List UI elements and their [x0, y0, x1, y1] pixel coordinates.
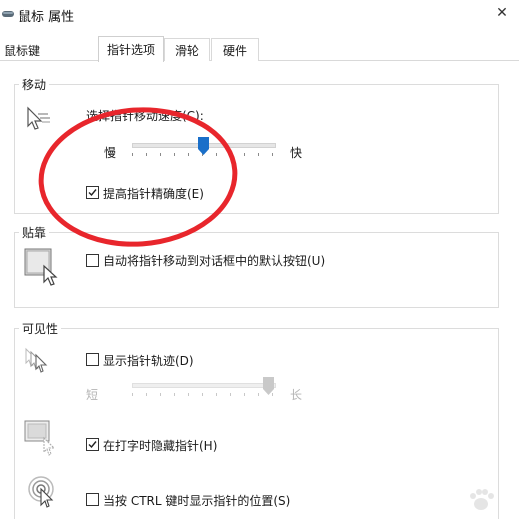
tab-buttons[interactable]: 鼠标键 [0, 40, 54, 60]
slider-tick [174, 153, 175, 156]
hide-pointer-icon [24, 420, 62, 459]
pointer-trails-icon [24, 347, 54, 380]
slider-tick [146, 393, 147, 396]
tab-label: 鼠标键 [4, 43, 41, 58]
tab-label: 滑轮 [174, 43, 199, 58]
motion-group-label: 移动 [19, 76, 50, 93]
slow-label: 慢 [104, 146, 117, 160]
visibility-group-label: 可见性 [19, 320, 62, 337]
tab-pointer-options[interactable]: 指针选项 [98, 36, 164, 62]
close-icon: ✕ [496, 5, 508, 21]
slider-tick [216, 393, 217, 396]
default-button-checkbox[interactable] [86, 254, 99, 267]
title-bar [0, 0, 519, 30]
tab-wheel[interactable]: 滑轮 [164, 38, 210, 61]
snap-to-group-label: 贴靠 [19, 224, 50, 241]
short-label: 短 [86, 388, 99, 402]
close-button[interactable]: ✕ [491, 2, 513, 24]
watermark-paw-icon [466, 488, 496, 515]
slider-thumb[interactable] [263, 377, 274, 395]
slider-track [132, 383, 276, 388]
precision-label: 提高指针精确度(E) [103, 187, 204, 201]
slider-tick [244, 393, 245, 396]
trail-length-slider[interactable] [132, 377, 276, 402]
slider-tick [174, 393, 175, 396]
tab-hardware[interactable]: 硬件 [211, 38, 259, 61]
slider-tick [188, 153, 189, 156]
speed-label: 选择指针移动速度(C): [86, 109, 204, 123]
slider-tick [272, 153, 273, 156]
ctrl-locate-checkbox[interactable] [86, 493, 99, 506]
slider-tick [230, 153, 231, 156]
hide-typing-checkbox[interactable] [86, 438, 99, 451]
slider-tick [258, 153, 259, 156]
ctrl-locate-icon [28, 476, 62, 513]
snap-to-icon [24, 248, 64, 291]
slider-tick [244, 153, 245, 156]
slider-tick [202, 393, 203, 396]
long-label: 长 [290, 388, 303, 402]
window-title: 鼠标 属性 [18, 10, 75, 25]
slider-tick [216, 153, 217, 156]
slider-tick [230, 393, 231, 396]
slider-tick [258, 393, 259, 396]
pointer-speed-icon [26, 106, 52, 137]
slider-tick [160, 153, 161, 156]
slider-tick [160, 393, 161, 396]
ctrl-locate-label: 当按 CTRL 键时显示指针的位置(S) [103, 494, 291, 508]
checkmark-icon [88, 441, 97, 449]
tab-label: 指针选项 [106, 43, 155, 57]
slider-thumb[interactable] [198, 137, 209, 155]
trails-checkbox[interactable] [86, 353, 99, 366]
trails-label: 显示指针轨迹(D) [103, 354, 194, 368]
tab-label: 硬件 [222, 43, 247, 58]
pointer-speed-slider[interactable] [132, 137, 276, 162]
hide-typing-label: 在打字时隐藏指针(H) [103, 439, 218, 453]
fast-label: 快 [290, 146, 303, 160]
mouse-icon [2, 8, 14, 18]
checkmark-icon [88, 189, 97, 197]
slider-tick [146, 153, 147, 156]
slider-tick [132, 393, 133, 396]
slider-tick [188, 393, 189, 396]
snap-to-group [14, 232, 499, 308]
default-button-label: 自动将指针移动到对话框中的默认按钮(U) [103, 254, 326, 268]
precision-checkbox[interactable] [86, 186, 99, 199]
slider-tick [132, 153, 133, 156]
